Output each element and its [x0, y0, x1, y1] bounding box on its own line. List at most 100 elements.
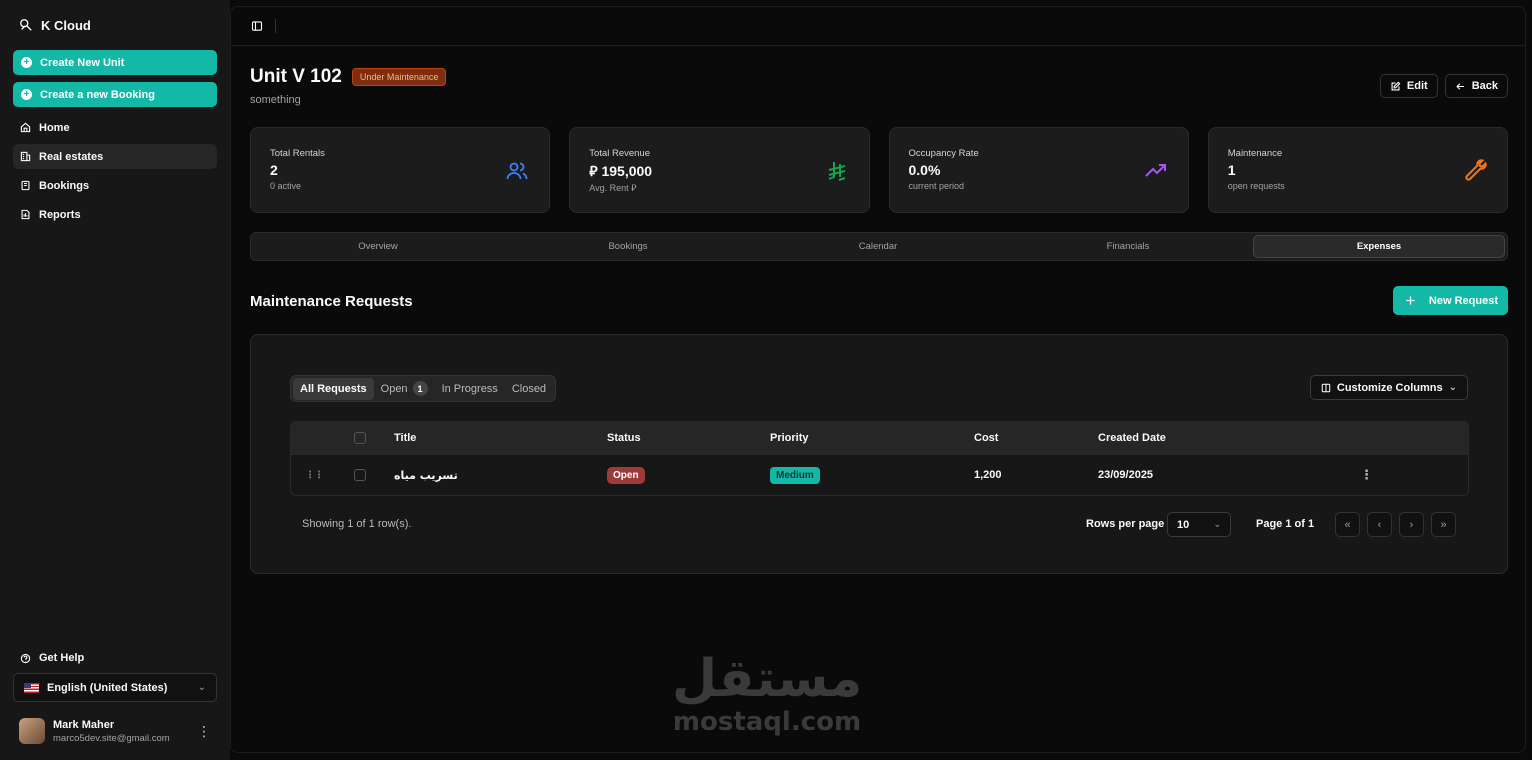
table-header: Title Status Priority Cost Created Date — [291, 422, 1468, 454]
watermark: مستقل mostaql.com — [672, 650, 862, 736]
sidebar-item-bookings[interactable]: Bookings — [13, 173, 217, 198]
user-name: Mark Maher — [53, 718, 115, 731]
row-actions-icon[interactable]: ⋮ — [1360, 467, 1373, 483]
last-page-button[interactable]: » — [1431, 512, 1456, 537]
select-all-checkbox[interactable] — [354, 432, 366, 444]
us-flag-icon — [24, 682, 39, 693]
edit-icon — [1391, 81, 1401, 90]
home-icon — [20, 122, 31, 133]
create-unit-button[interactable]: + Create New Unit — [13, 50, 217, 75]
stat-sub: Avg. Rent ⃁ — [589, 183, 637, 193]
create-booking-label: Create a new Booking — [40, 88, 155, 101]
filter-closed[interactable]: Closed — [505, 378, 553, 400]
page-info: Page 1 of 1 — [1256, 518, 1315, 530]
content: Unit V 102 Under Maintenance something E… — [250, 46, 1508, 574]
column-header-created-date[interactable]: Created Date — [1098, 432, 1166, 444]
user-email: marco5dev.site@gmail.com — [53, 732, 170, 744]
rows-per-page-label: Rows per page — [1086, 518, 1165, 530]
column-header-status[interactable]: Status — [607, 432, 641, 444]
book-icon — [21, 180, 30, 191]
row-cost: 1,200 — [974, 469, 1002, 481]
filter-in-progress[interactable]: In Progress — [435, 378, 505, 400]
stat-card-total-revenue: Total Revenue ⃁ 195,000 Avg. Rent ⃁ — [569, 127, 870, 213]
page-header: Unit V 102 Under Maintenance something E… — [250, 46, 1508, 126]
main-panel: Unit V 102 Under Maintenance something E… — [230, 6, 1526, 753]
watermark-arabic: مستقل — [672, 649, 863, 709]
stat-label: Total Revenue — [589, 148, 650, 159]
brand[interactable]: K Cloud — [13, 0, 217, 50]
first-page-button[interactable]: « — [1335, 512, 1360, 537]
stat-label: Occupancy Rate — [908, 148, 979, 159]
sidebar-toggle-icon[interactable] — [251, 20, 263, 32]
next-page-button[interactable]: › — [1399, 512, 1424, 537]
brand-name: K Cloud — [41, 17, 91, 33]
tab-overview[interactable]: Overview — [253, 235, 503, 258]
sidebar-item-home[interactable]: Home — [13, 115, 217, 140]
plus-circle-icon: + — [21, 89, 32, 100]
row-title: تسريب مياه — [394, 468, 458, 482]
open-count-badge: 1 — [412, 381, 428, 396]
customize-columns-button[interactable]: Customize Columns ⌄ — [1309, 375, 1468, 400]
row-count-text: Showing 1 of 1 row(s). — [302, 518, 412, 530]
filter-tabs: All Requests Open 1 In Progress Closed — [290, 375, 557, 402]
new-request-button[interactable]: New Request — [1392, 286, 1508, 315]
more-vertical-icon[interactable]: ⋮ — [197, 723, 211, 740]
tab-expenses[interactable]: Expenses — [1253, 235, 1505, 258]
stats-row: Total Rentals 2 0 active Total Revenue ⃁… — [250, 127, 1508, 213]
filter-all-requests[interactable]: All Requests — [293, 377, 374, 400]
language-select[interactable]: English (United States) ⌄ — [13, 673, 217, 702]
filter-label: Open — [380, 382, 408, 395]
column-header-cost[interactable]: Cost — [974, 432, 998, 444]
filter-open[interactable]: Open 1 — [374, 378, 435, 400]
edit-button[interactable]: Edit — [1379, 74, 1438, 98]
divider — [275, 19, 276, 33]
tab-bar: Overview Bookings Calendar Financials Ex… — [250, 232, 1508, 261]
sidebar-item-real-estates[interactable]: Real estates — [13, 144, 217, 169]
edit-label: Edit — [1406, 80, 1428, 92]
get-help-link[interactable]: Get Help — [13, 647, 217, 669]
watermark-latin: mostaql.com — [672, 707, 862, 737]
tab-calendar[interactable]: Calendar — [753, 235, 1003, 258]
user-info: Mark Maher marco5dev.site@gmail.com — [53, 719, 170, 744]
rows-per-page-select[interactable]: 10 ⌄ — [1167, 512, 1231, 537]
chevrons-right-icon: » — [1440, 518, 1447, 531]
chevron-left-icon: ‹ — [1377, 518, 1382, 531]
trending-up-icon — [1145, 164, 1166, 177]
chevron-down-icon: ⌄ — [1448, 382, 1457, 393]
avatar — [19, 718, 45, 744]
sidebar-item-label: Real estates — [39, 150, 104, 163]
column-header-priority[interactable]: Priority — [770, 432, 809, 444]
filter-label: Closed — [511, 382, 547, 395]
back-button[interactable]: Back — [1444, 74, 1508, 98]
plus-circle-icon: + — [21, 57, 32, 68]
status-badge: Under Maintenance — [351, 68, 447, 86]
stat-card-maintenance: Maintenance 1 open requests — [1207, 127, 1508, 213]
priority-badge: Medium — [770, 466, 820, 484]
users-icon — [506, 162, 528, 180]
row-checkbox[interactable] — [354, 469, 366, 481]
drag-handle-icon[interactable]: ⋮⋮ — [305, 470, 324, 481]
create-unit-label: Create New Unit — [40, 56, 125, 69]
create-booking-button[interactable]: + Create a new Booking — [13, 82, 217, 107]
stat-label: Total Rentals — [270, 148, 325, 159]
tab-financials[interactable]: Financials — [1003, 235, 1253, 258]
section-title: Maintenance Requests — [250, 293, 413, 310]
report-icon — [21, 209, 30, 220]
tab-bookings[interactable]: Bookings — [503, 235, 753, 258]
customize-columns-label: Customize Columns — [1336, 381, 1443, 394]
back-label: Back — [1471, 80, 1498, 92]
user-menu[interactable]: Mark Maher marco5dev.site@gmail.com ⋮ — [13, 702, 217, 760]
column-header-title[interactable]: Title — [394, 432, 416, 444]
table-row[interactable]: ⋮⋮ تسريب مياه Open Medium 1,200 23/09/20… — [291, 454, 1468, 495]
stat-label: Maintenance — [1227, 148, 1283, 159]
help-circle-icon — [20, 653, 31, 663]
header-actions: Edit Back — [1379, 74, 1508, 98]
chevrons-left-icon: « — [1344, 518, 1351, 531]
sidebar-item-reports[interactable]: Reports — [13, 202, 217, 227]
filter-label: In Progress — [441, 382, 498, 395]
topbar — [231, 7, 1525, 46]
previous-page-button[interactable]: ‹ — [1367, 512, 1392, 537]
building-icon — [20, 151, 31, 162]
row-created-date: 23/09/2025 — [1098, 469, 1154, 481]
title-row: Unit V 102 Under Maintenance — [250, 66, 447, 88]
